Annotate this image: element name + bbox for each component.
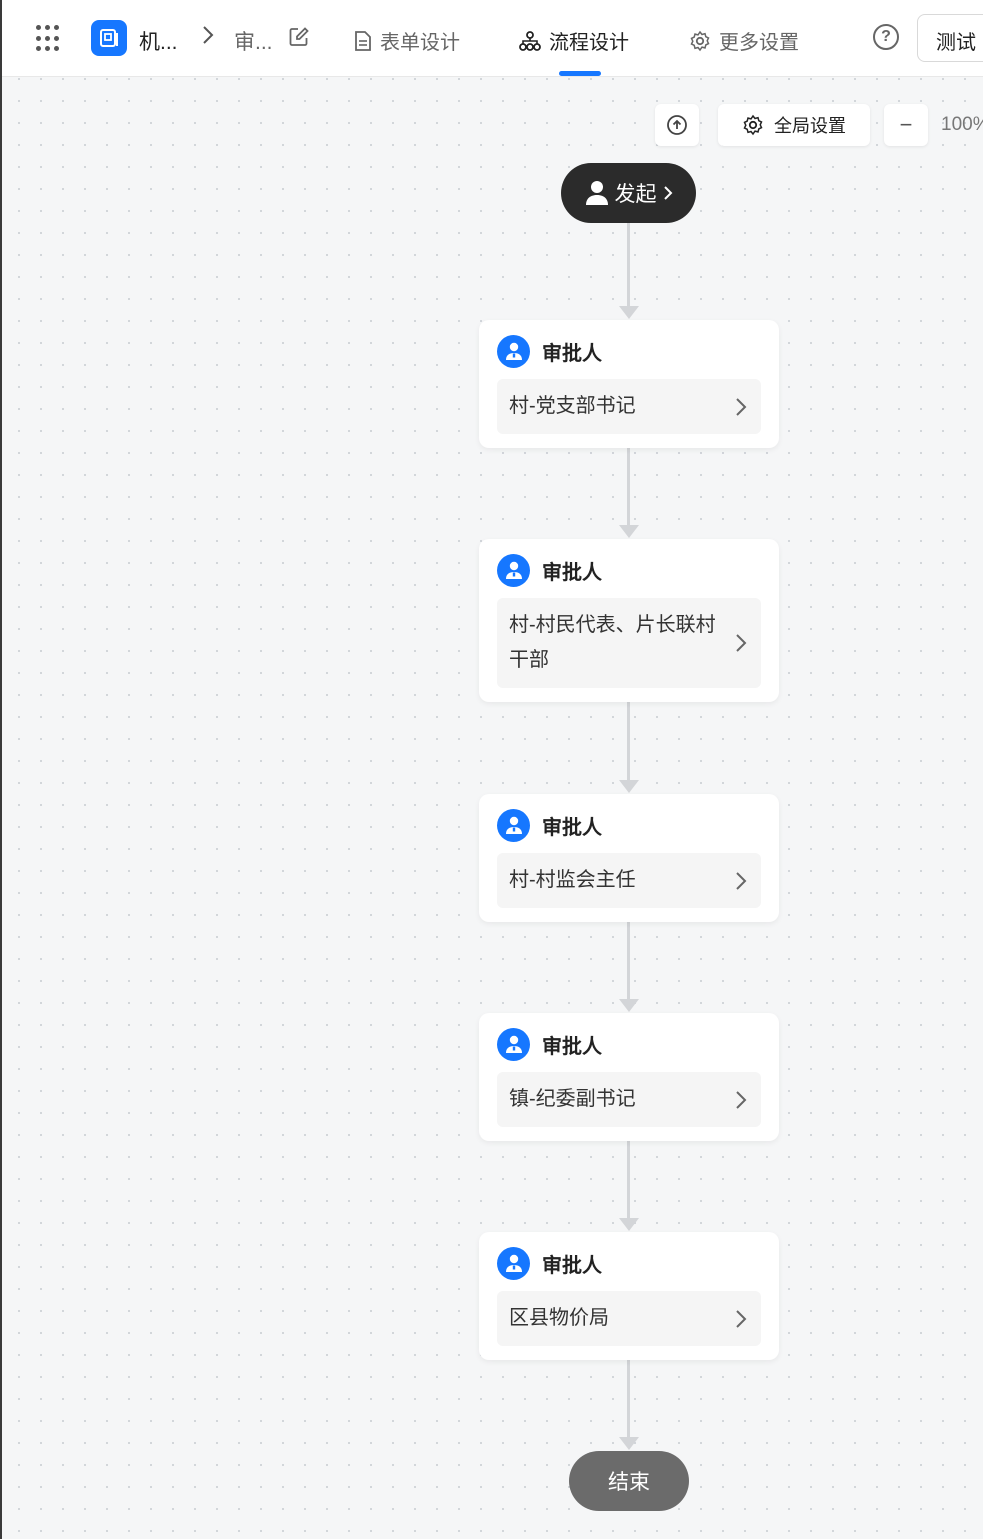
flow-edge xyxy=(627,1134,630,1220)
flow-arrow xyxy=(619,306,639,319)
approver-assignee[interactable]: 区县物价局 xyxy=(497,1291,761,1346)
chevron-right-icon xyxy=(663,186,672,200)
start-node-label: 发起 xyxy=(614,183,657,206)
chevron-right-icon xyxy=(736,1309,747,1328)
approver-assignee-label: 村-党支部书记 xyxy=(509,395,636,417)
approver-node[interactable]: 审批人 镇-纪委副书记 xyxy=(479,1013,779,1141)
chevron-right-icon xyxy=(736,871,747,890)
flow-edge xyxy=(627,915,630,1001)
chevron-right-icon xyxy=(736,397,747,416)
global-settings-button[interactable]: 全局设置 xyxy=(718,104,870,146)
approver-assignee-label: 区县物价局 xyxy=(509,1307,609,1329)
gear-icon xyxy=(743,114,763,136)
approver-node-title: 审批人 xyxy=(542,1254,602,1277)
approver-icon xyxy=(497,1246,530,1280)
approver-icon xyxy=(497,1027,530,1061)
tab-label: 表单设计 xyxy=(380,32,460,54)
flow-arrow xyxy=(619,525,639,538)
tab-form-design[interactable]: 表单设计 xyxy=(354,26,460,55)
approver-node[interactable]: 审批人 村-村民代表、片长联村干部 xyxy=(479,539,779,702)
top-bar: 机... 审... 表单设计 流程设计 更多设置 ? 测试 xyxy=(2,0,983,77)
zoom-level: 100% xyxy=(941,114,983,135)
flow-edge xyxy=(627,696,630,782)
gear-icon xyxy=(690,30,710,51)
approver-node[interactable]: 审批人 区县物价局 xyxy=(479,1232,779,1360)
flow-arrow xyxy=(619,999,639,1012)
chevron-right-icon xyxy=(736,634,747,652)
upload-circle-icon xyxy=(667,115,687,135)
approver-icon xyxy=(497,553,530,587)
window-edge xyxy=(0,0,2,1539)
tab-label: 更多设置 xyxy=(719,32,799,54)
approver-assignee-label: 村-村民代表、片长联村干部 xyxy=(509,614,716,671)
flow-edge xyxy=(627,1353,630,1439)
end-node-label: 结束 xyxy=(608,1471,650,1494)
tab-label: 流程设计 xyxy=(549,32,629,54)
tab-more-settings[interactable]: 更多设置 xyxy=(689,26,799,55)
document-icon xyxy=(355,30,371,51)
flow-tree-icon xyxy=(519,30,541,51)
start-node[interactable]: 发起 xyxy=(561,163,696,223)
edit-name-icon[interactable] xyxy=(288,26,310,53)
global-settings-label: 全局设置 xyxy=(774,116,846,136)
approver-node-title: 审批人 xyxy=(542,561,602,584)
chevron-right-icon xyxy=(736,1090,747,1109)
approver-node-title: 审批人 xyxy=(542,816,602,839)
breadcrumb-chevron-icon xyxy=(201,24,215,52)
person-icon xyxy=(585,181,608,205)
breadcrumb-app[interactable]: 机... xyxy=(139,26,178,56)
help-icon[interactable]: ? xyxy=(873,24,899,50)
approver-assignee[interactable]: 村-党支部书记 xyxy=(497,379,761,434)
flow-arrow xyxy=(619,1218,639,1231)
flow-edge xyxy=(627,223,630,308)
flow-arrow xyxy=(619,780,639,793)
approver-assignee[interactable]: 村-村民代表、片长联村干部 xyxy=(497,598,761,688)
flow-edge xyxy=(627,441,630,527)
approver-assignee-label: 镇-纪委副书记 xyxy=(509,1088,636,1110)
end-node: 结束 xyxy=(569,1451,689,1511)
approver-node-title: 审批人 xyxy=(542,342,602,365)
approver-node-title: 审批人 xyxy=(542,1035,602,1058)
app-logo-icon xyxy=(91,20,127,56)
approver-icon xyxy=(497,334,530,368)
approver-node[interactable]: 审批人 村-党支部书记 xyxy=(479,320,779,448)
approver-assignee[interactable]: 村-村监会主任 xyxy=(497,853,761,908)
flow-arrow xyxy=(619,1437,639,1450)
approver-assignee-label: 村-村监会主任 xyxy=(509,869,636,891)
tab-flow-design[interactable]: 流程设计 xyxy=(519,26,629,55)
active-tab-indicator xyxy=(559,71,601,76)
apps-grid-icon[interactable] xyxy=(36,25,64,53)
breadcrumb-form[interactable]: 审... xyxy=(234,26,273,56)
approver-node[interactable]: 审批人 村-村监会主任 xyxy=(479,794,779,922)
upload-button[interactable] xyxy=(655,104,699,146)
approver-icon xyxy=(497,808,530,842)
approver-assignee[interactable]: 镇-纪委副书记 xyxy=(497,1072,761,1127)
zoom-out-button[interactable]: − xyxy=(884,104,928,146)
test-button[interactable]: 测试 xyxy=(917,14,983,62)
